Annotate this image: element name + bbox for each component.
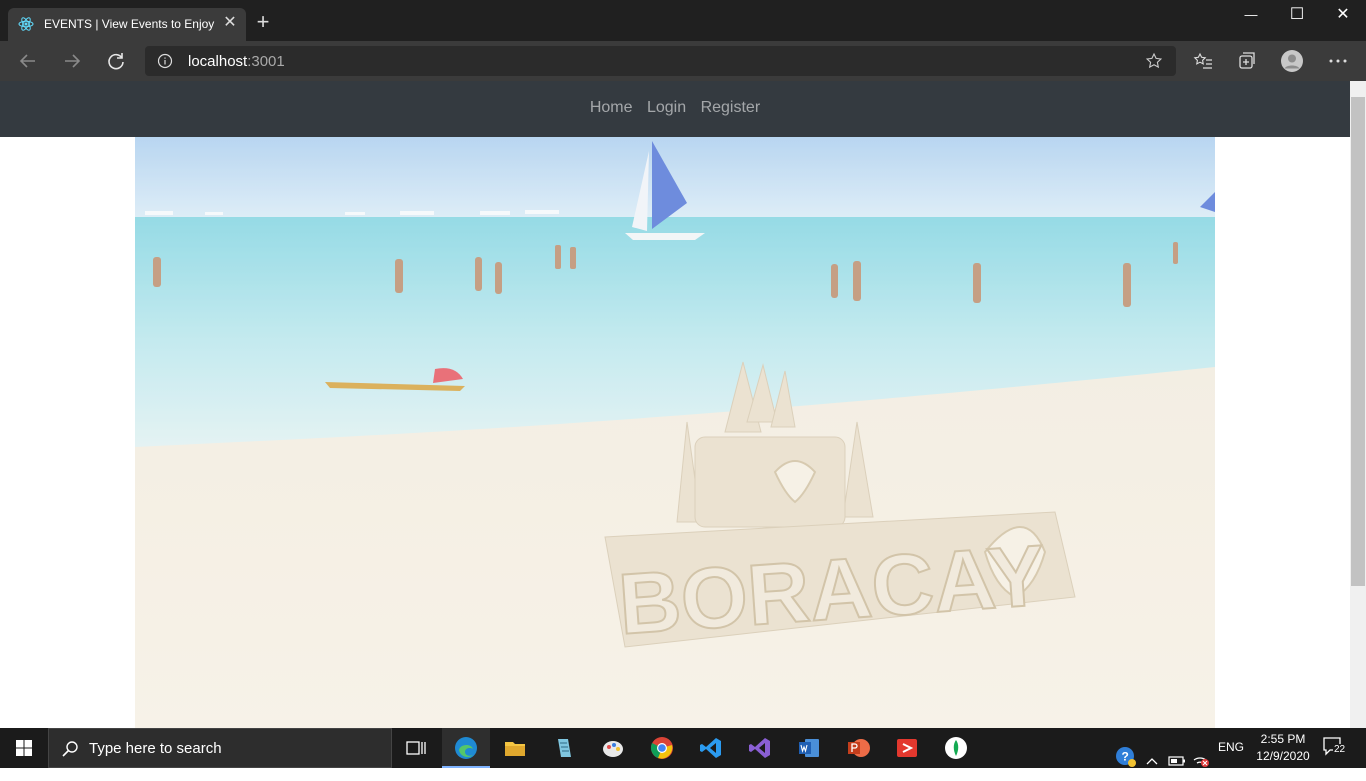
search-icon: [62, 741, 78, 757]
notification-center[interactable]: 22: [1322, 736, 1350, 760]
back-icon[interactable]: [15, 48, 41, 74]
mongodb-icon: [945, 737, 967, 759]
maximize-button[interactable]: ☐: [1274, 0, 1320, 32]
task-view-icon: [406, 741, 426, 755]
browser-tab[interactable]: EVENTS | View Events to Enjoy ✕: [8, 8, 246, 41]
search-placeholder: Type here to search: [89, 740, 222, 757]
forward-icon[interactable]: [59, 48, 85, 74]
new-tab-button[interactable]: +: [252, 11, 274, 34]
taskbar-app-vscode[interactable]: [687, 728, 735, 768]
nav-links: Home Login Register: [0, 99, 1350, 117]
url-text: localhost:3001: [188, 53, 285, 70]
word-icon: [799, 739, 819, 757]
taskbar-app-git[interactable]: [883, 728, 931, 768]
refresh-icon[interactable]: [103, 48, 129, 74]
task-view-button[interactable]: [392, 728, 440, 768]
star-icon[interactable]: [1145, 52, 1163, 70]
url-port: :3001: [247, 53, 285, 70]
taskbar-app-visual-studio[interactable]: [736, 728, 784, 768]
taskbar-app-paint[interactable]: [589, 728, 637, 768]
profile-icon[interactable]: [1280, 49, 1304, 73]
tab-close-icon[interactable]: ✕: [221, 14, 239, 32]
taskbar-search[interactable]: Type here to search: [48, 728, 392, 768]
folder-icon: [505, 742, 525, 756]
battery-icon[interactable]: [1168, 741, 1186, 781]
collections-icon[interactable]: [1235, 49, 1259, 73]
clock-date: 12/9/2020: [1256, 749, 1310, 763]
vscode-icon: [700, 738, 721, 758]
windows-taskbar: Type here to search ? ENG 2:55 PM 12/9/2…: [0, 728, 1366, 768]
svg-text:?: ?: [1122, 750, 1129, 764]
taskbar-app-word[interactable]: [785, 728, 833, 768]
site-navbar: Home Login Register: [0, 81, 1350, 137]
taskbar-app-edge[interactable]: [442, 728, 490, 768]
clock[interactable]: 2:55 PM 12/9/2020: [1254, 731, 1312, 771]
browser-toolbar: localhost:3001: [0, 41, 1366, 81]
taskbar-app-file-explorer[interactable]: [491, 728, 539, 768]
powerpoint-icon: [848, 739, 870, 757]
info-icon[interactable]: [157, 53, 173, 69]
language-indicator[interactable]: ENG: [1218, 740, 1244, 780]
edge-icon: [455, 737, 477, 759]
visual-studio-icon: [749, 738, 770, 758]
tab-title: EVENTS | View Events to Enjoy: [44, 17, 215, 31]
notepad-icon: [558, 739, 571, 757]
network-error-icon[interactable]: [1192, 739, 1210, 779]
more-icon[interactable]: [1326, 49, 1350, 73]
close-window-button[interactable]: ✕: [1320, 0, 1366, 32]
hero-image: BORACAY: [135, 137, 1215, 728]
help-icon[interactable]: ?: [1114, 737, 1138, 777]
url-host: localhost: [188, 53, 248, 70]
address-bar[interactable]: localhost:3001: [145, 46, 1176, 76]
browser-tab-strip: EVENTS | View Events to Enjoy ✕ + — ☐ ✕: [0, 0, 1366, 41]
taskbar-app-chrome[interactable]: [638, 728, 686, 768]
beach-sandcastle-illustration: BORACAY: [135, 137, 1215, 728]
minimize-button[interactable]: —: [1228, 0, 1274, 32]
chrome-icon: [650, 737, 673, 759]
git-icon: [897, 739, 917, 757]
taskbar-app-powerpoint[interactable]: [834, 728, 882, 768]
favorites-icon[interactable]: [1191, 49, 1215, 73]
paint-icon: [603, 741, 623, 757]
notification-count: 22: [1333, 744, 1347, 755]
scrollbar-thumb[interactable]: [1351, 97, 1365, 586]
nav-link-home[interactable]: Home: [590, 99, 633, 116]
nav-link-register[interactable]: Register: [701, 99, 761, 116]
taskbar-app-mongodb[interactable]: [932, 728, 980, 768]
taskbar-app-notepad[interactable]: [540, 728, 588, 768]
page-viewport: Home Login Register BORACAY: [0, 81, 1350, 728]
react-icon: [18, 17, 34, 31]
nav-link-login[interactable]: Login: [647, 99, 686, 116]
chevron-up-icon[interactable]: [1145, 741, 1159, 781]
windows-start-icon[interactable]: [16, 740, 32, 756]
clock-time: 2:55 PM: [1260, 732, 1306, 746]
